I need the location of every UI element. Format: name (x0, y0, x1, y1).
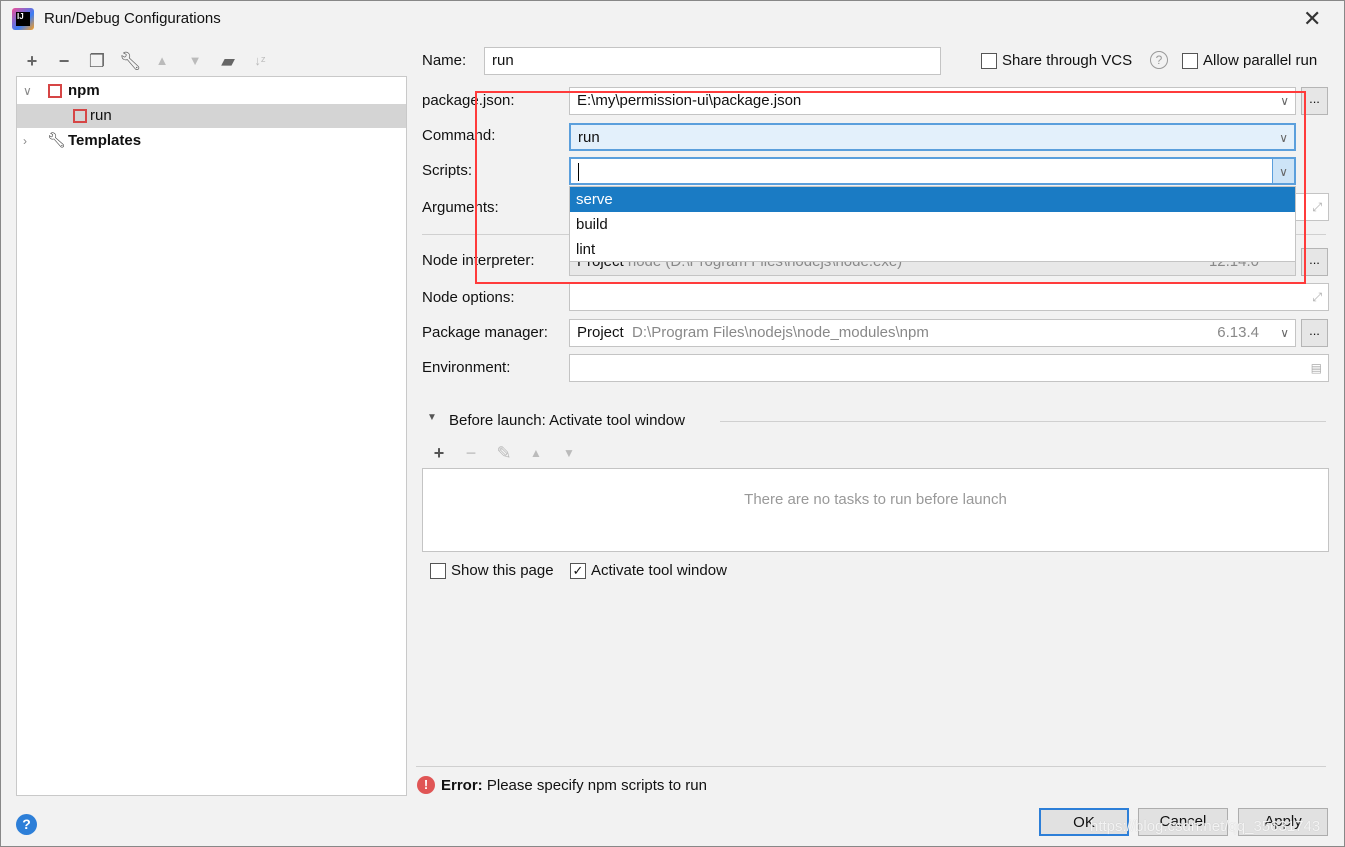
move-down-icon[interactable]: ▼ (558, 442, 580, 464)
error-text: Please specify npm scripts to run (486, 777, 707, 794)
config-tree: ∨ npm run › 🔧︎ Templates (16, 76, 407, 796)
error-prefix: Error: (441, 777, 483, 794)
move-down-icon[interactable]: ▼ (184, 50, 206, 72)
checkbox-label: Share through VCS (1002, 52, 1133, 69)
divider (416, 766, 1326, 767)
browse-package-manager-button[interactable]: ... (1301, 319, 1328, 347)
sort-icon[interactable]: ↓ᶻ (249, 50, 271, 72)
package-manager-label: Package manager: (422, 324, 548, 341)
npm-run-icon (73, 109, 87, 123)
environment-label: Environment: (422, 359, 511, 376)
intellij-logo-icon: IJ (12, 8, 34, 30)
help-icon[interactable]: ? (1150, 51, 1168, 69)
before-launch-title: Before launch: Activate tool window (449, 412, 685, 429)
share-vcs-checkbox[interactable]: Share through VCS (981, 52, 1133, 70)
tree-label: run (90, 107, 112, 124)
wrench-icon[interactable]: 🔧︎ (119, 50, 142, 72)
name-label: Name: (422, 52, 467, 69)
select-kind: Project (577, 324, 624, 341)
tasks-list: There are no tasks to run before launch (422, 468, 1329, 552)
expand-icon[interactable]: ⤢ (1312, 194, 1322, 220)
chevron-down-icon[interactable]: ∨ (23, 79, 32, 103)
add-icon[interactable]: + (21, 50, 43, 72)
activate-tool-window-checkbox[interactable]: ✓ Activate tool window (570, 562, 727, 580)
edit-task-icon[interactable]: ✎ (493, 442, 515, 464)
move-up-icon[interactable]: ▲ (525, 442, 547, 464)
help-icon[interactable]: ? (16, 814, 37, 835)
environment-input[interactable]: ▤ (569, 354, 1329, 382)
new-folder-icon[interactable]: ▰ (217, 50, 239, 72)
move-up-icon[interactable]: ▲ (151, 50, 173, 72)
add-task-icon[interactable]: + (428, 442, 450, 464)
npm-icon (48, 84, 62, 98)
chevron-down-icon: ∨ (1280, 326, 1289, 340)
checkbox-label: Show this page (451, 562, 554, 579)
tree-node-templates[interactable]: › 🔧︎ Templates (17, 129, 406, 153)
tree-label: Templates (68, 132, 142, 149)
allow-parallel-checkbox[interactable]: Allow parallel run (1182, 52, 1318, 70)
close-icon[interactable]: ✕ (1303, 6, 1321, 32)
node-options-input[interactable]: ⤢ (569, 283, 1329, 311)
error-message: Error: Please specify npm scripts to run (441, 777, 707, 794)
tree-label: npm (68, 82, 100, 99)
select-path: D:\Program Files\nodejs\node_modules\npm (632, 324, 929, 341)
expand-icon[interactable]: ⤢ (1312, 284, 1322, 310)
watermark: https://blog.csdn.net/qq_35631743 (1090, 818, 1321, 835)
divider (720, 421, 1326, 422)
document-icon[interactable]: ▤ (1311, 355, 1322, 381)
package-manager-select[interactable]: Project D:\Program Files\nodejs\node_mod… (569, 319, 1296, 347)
remove-task-icon[interactable]: − (460, 442, 482, 464)
checkbox-label: Allow parallel run (1203, 52, 1318, 69)
error-icon: ! (417, 776, 435, 794)
version: 6.13.4 (1217, 324, 1259, 341)
name-input[interactable]: run (484, 47, 941, 75)
checkbox-label: Activate tool window (591, 562, 727, 579)
node-options-label: Node options: (422, 289, 515, 306)
window-title: Run/Debug Configurations (44, 10, 221, 27)
show-page-checkbox[interactable]: Show this page (430, 562, 554, 580)
collapse-triangle-icon[interactable]: ▼ (427, 412, 437, 423)
remove-icon[interactable]: − (53, 50, 75, 72)
highlight-box (475, 91, 1306, 284)
scripts-label: Scripts: (422, 162, 473, 179)
chevron-right-icon[interactable]: › (23, 129, 27, 153)
tree-node-run[interactable]: run (17, 104, 406, 128)
wrench-icon: 🔧︎ (47, 132, 67, 149)
empty-tasks-text: There are no tasks to run before launch (744, 491, 1007, 508)
tree-node-npm[interactable]: ∨ npm (17, 79, 406, 103)
copy-icon[interactable]: ❐ (86, 50, 108, 72)
